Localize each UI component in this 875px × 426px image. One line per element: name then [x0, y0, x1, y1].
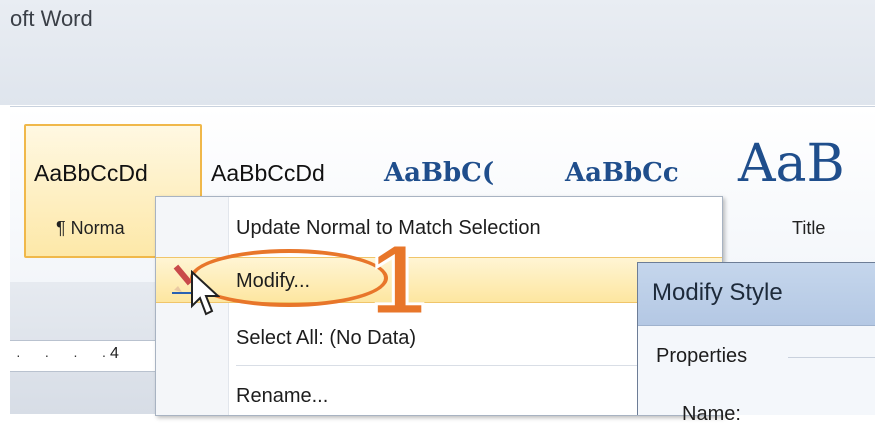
style-nospacing-sample[interactable]: AaBbCcDd — [211, 160, 325, 187]
style-title-sample[interactable]: AaB — [738, 134, 845, 194]
window-title: oft Word — [10, 6, 93, 31]
ruler-number: 4 — [110, 345, 119, 362]
dialog-title-bar[interactable]: Modify Style — [638, 263, 875, 326]
style-heading1-sample[interactable]: AaBbC( — [384, 158, 494, 188]
style-normal-label: ¶ Norma — [56, 218, 125, 238]
title-bar: oft Word — [0, 0, 875, 105]
style-normal-sample: AaBbCcDd — [34, 160, 148, 186]
properties-group-label: Properties — [656, 345, 748, 367]
mouse-pointer-icon — [190, 269, 221, 325]
dialog-title: Modify Style — [652, 279, 783, 306]
menu-item-update-normal[interactable]: Update Normal to Match Selection — [156, 205, 722, 249]
modify-style-dialog: Modify Style Properties Name: — [637, 262, 875, 425]
menu-item-label: Rename... — [236, 385, 329, 407]
ruler-ticks: · · · · — [16, 347, 117, 363]
callout-step-number: 1 — [369, 224, 428, 336]
properties-divider — [788, 357, 875, 358]
name-field-label: Name: — [682, 403, 741, 425]
style-heading2-sample[interactable]: AaBbCc — [565, 158, 679, 188]
style-title-label: Title — [792, 218, 826, 238]
